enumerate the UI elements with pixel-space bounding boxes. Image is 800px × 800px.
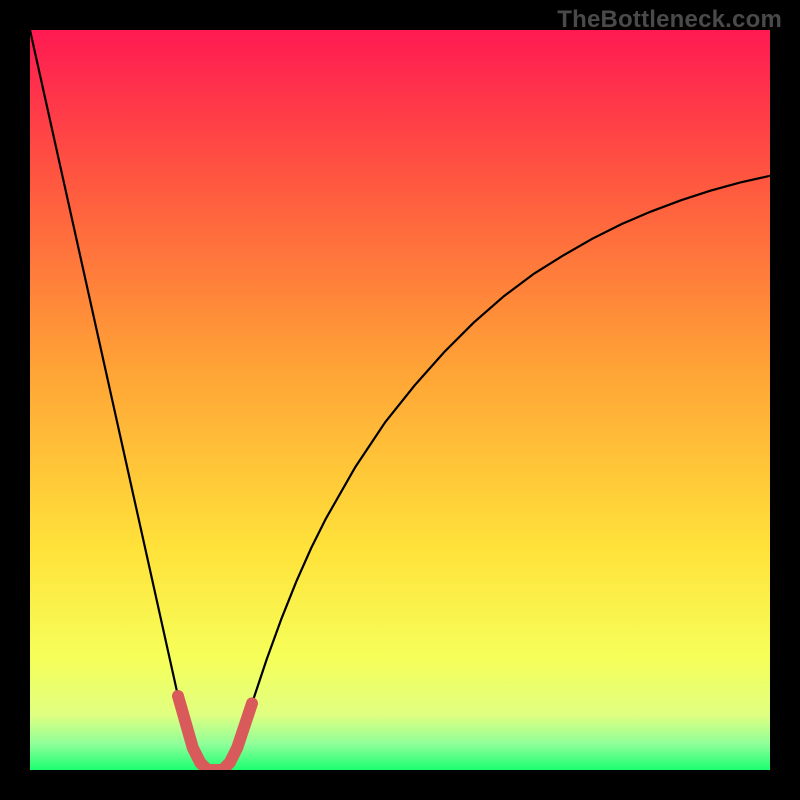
plot-area: [30, 30, 770, 770]
bottleneck-chart: [30, 30, 770, 770]
gradient-background: [30, 30, 770, 770]
chart-frame: TheBottleneck.com: [0, 0, 800, 800]
watermark-text: TheBottleneck.com: [557, 6, 782, 34]
